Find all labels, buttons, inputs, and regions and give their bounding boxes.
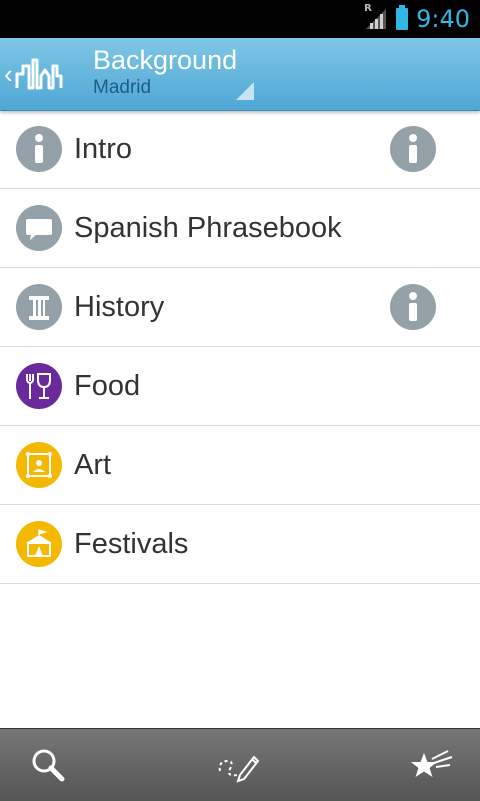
draw-route-button[interactable] bbox=[200, 729, 280, 801]
favorites-icon bbox=[411, 750, 453, 777]
up-navigation-button[interactable]: ‹ bbox=[4, 48, 78, 100]
list-item-art[interactable]: Art bbox=[0, 426, 480, 505]
painting-frame-icon bbox=[16, 442, 62, 488]
status-icons: R 9:40 bbox=[364, 0, 470, 38]
list-item-label: Spanish Phrasebook bbox=[74, 212, 342, 244]
list-item-label: Intro bbox=[74, 133, 133, 165]
speech-bubble-icon bbox=[16, 205, 62, 251]
list-item-food[interactable]: Food bbox=[0, 347, 480, 426]
topic-list: Intro Spanish Phrasebook History Food Ar… bbox=[0, 110, 480, 584]
favorites-button[interactable] bbox=[392, 729, 472, 801]
signal-icon: R bbox=[364, 3, 388, 31]
list-item-phrasebook[interactable]: Spanish Phrasebook bbox=[0, 189, 480, 268]
draw-route-icon bbox=[218, 755, 260, 783]
list-item-label: History bbox=[74, 291, 165, 323]
roaming-mark: R bbox=[364, 3, 372, 14]
city-skyline-icon bbox=[15, 58, 63, 90]
list-item-festivals[interactable]: Festivals bbox=[0, 505, 480, 584]
battery-icon bbox=[396, 5, 409, 30]
search-button[interactable] bbox=[8, 729, 88, 801]
list-item-intro[interactable]: Intro bbox=[0, 110, 480, 189]
list-item-label: Festivals bbox=[74, 528, 189, 560]
column-icon bbox=[16, 284, 62, 330]
list-item-label: Art bbox=[74, 449, 112, 481]
intro-info-button[interactable] bbox=[390, 126, 436, 172]
history-info-button[interactable] bbox=[390, 284, 436, 330]
status-bar: R 9:40 bbox=[0, 0, 480, 38]
list-item-label: Food bbox=[74, 370, 141, 402]
list-item-history[interactable]: History bbox=[0, 268, 480, 347]
info-icon bbox=[409, 134, 417, 163]
action-bar: ‹ Background Madrid bbox=[0, 38, 480, 111]
tent-icon bbox=[16, 521, 62, 567]
fork-wine-icon bbox=[16, 363, 62, 409]
bottom-toolbar bbox=[0, 728, 480, 801]
back-chevron-icon: ‹ bbox=[4, 59, 13, 89]
page-title: Background bbox=[93, 45, 238, 75]
status-time: 9:40 bbox=[416, 5, 470, 33]
info-icon bbox=[16, 126, 62, 172]
spinner-indicator-icon bbox=[236, 82, 254, 100]
search-icon bbox=[32, 749, 65, 782]
info-icon bbox=[409, 292, 417, 321]
